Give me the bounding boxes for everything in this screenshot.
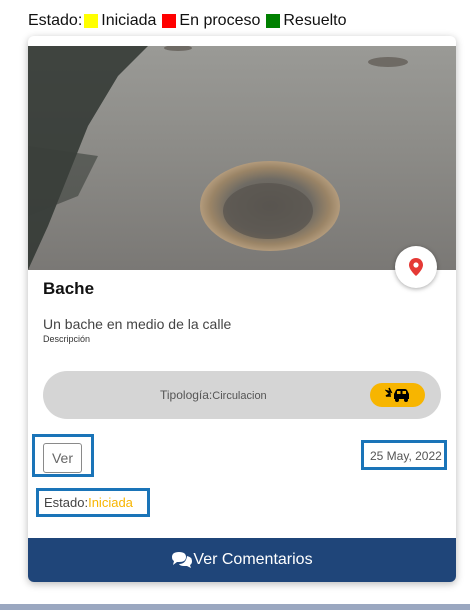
legend-label-resuelto: Resuelto: [283, 12, 347, 29]
legend-swatch-iniciada: [84, 14, 99, 28]
incident-card: Bache Un bache en medio de la calle Desc…: [28, 36, 456, 582]
tipologia-value: Circulacion: [212, 390, 267, 402]
legend-swatch-resuelto: [266, 14, 281, 28]
status-legend: Estado: Iniciada En proceso Resuelto: [28, 12, 351, 30]
estado-highlight: Estado:Iniciada: [36, 488, 150, 517]
map-location-button[interactable]: [395, 246, 437, 288]
incident-title: Bache: [43, 279, 95, 298]
estado-value: Iniciada: [88, 495, 133, 510]
ver-comentarios-label: Ver Comentarios: [193, 551, 313, 568]
comments-icon: [172, 552, 193, 568]
date-highlight: 25 May, 2022: [361, 440, 447, 470]
incident-description: Un bache en medio de la calle: [43, 316, 232, 332]
legend-prefix: Estado:: [28, 12, 83, 29]
ver-comentarios-button[interactable]: Ver Comentarios: [28, 538, 456, 582]
tipologia-pill: Tipología:Circulacion: [43, 371, 441, 419]
map-pin-icon: [409, 258, 423, 276]
estado-text: Estado:Iniciada: [44, 495, 133, 510]
description-caption: Descripción: [43, 334, 91, 344]
car-crash-icon: [384, 387, 409, 402]
ver-highlight: Ver: [32, 434, 94, 477]
legend-swatch-en-proceso: [162, 14, 177, 28]
tipologia-label: Tipología:: [160, 388, 213, 402]
estado-label: Estado:: [44, 495, 89, 510]
ver-button[interactable]: Ver: [43, 443, 82, 473]
tipologia-badge: [370, 383, 425, 407]
tipologia-text: Tipología:Circulacion: [160, 388, 267, 402]
legend-label-iniciada: Iniciada: [101, 12, 157, 29]
incident-photo: [28, 46, 456, 270]
legend-label-en-proceso: En proceso: [179, 12, 261, 29]
bottom-divider: [0, 604, 470, 610]
incident-date: 25 May, 2022: [370, 449, 442, 463]
